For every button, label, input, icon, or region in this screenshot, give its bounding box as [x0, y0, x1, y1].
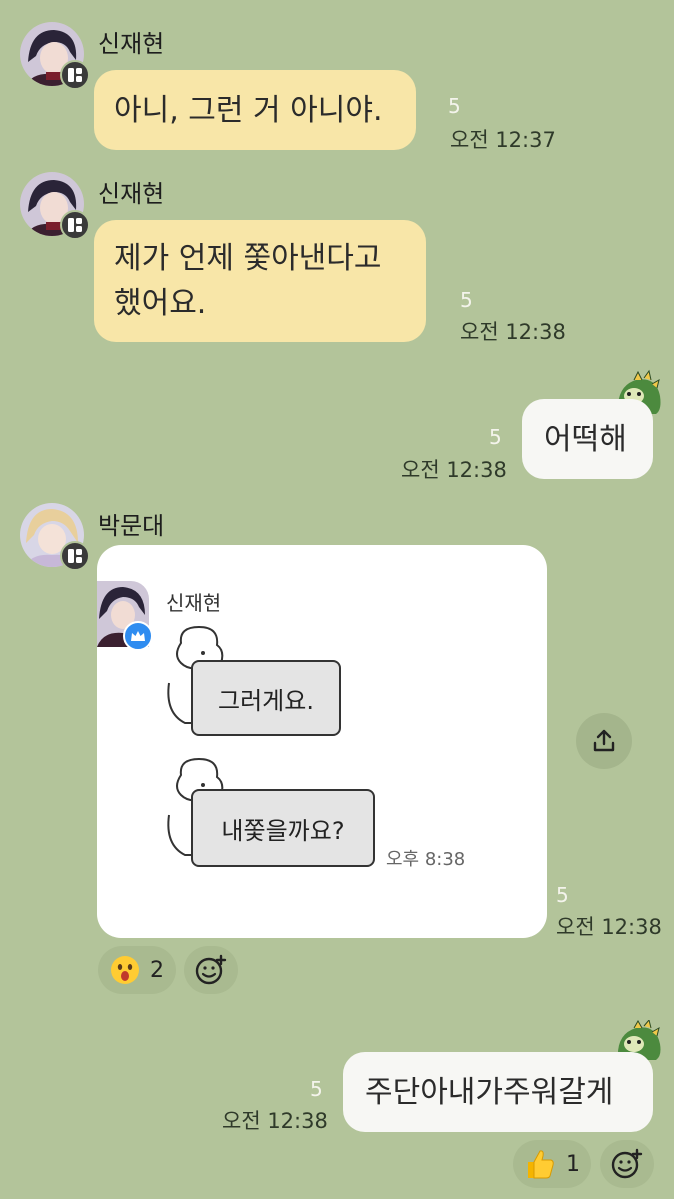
- upload-share-icon: [593, 729, 615, 752]
- message-text-line: 제가 언제 쫓아낸다고: [114, 241, 382, 276]
- unread-count: 5: [460, 288, 473, 312]
- message-text: 주단아내가주워갈게: [365, 1075, 614, 1110]
- unread-count: 5: [448, 94, 461, 118]
- reaction-count: 1: [566, 1151, 580, 1177]
- shared-bubble-text: 그러게요.: [218, 686, 314, 715]
- channel-badge-icon: [60, 60, 90, 90]
- channel-badge-icon: [60, 210, 90, 240]
- avatar-shin[interactable]: [20, 22, 90, 90]
- channel-badge-icon: [60, 541, 90, 571]
- message-time: 오전 12:38: [401, 458, 507, 482]
- add-reaction-button[interactable]: [600, 1140, 654, 1188]
- shared-avatar: [97, 581, 153, 651]
- message-text: 아니, 그런 거 아니야.: [114, 93, 383, 128]
- shared-time: 오후 8:38: [386, 849, 466, 870]
- thumbs-up-emoji-icon: [528, 1150, 554, 1179]
- message-time: 오전 12:38: [556, 915, 662, 939]
- message-bubble[interactable]: 아니, 그런 거 아니야.: [94, 70, 416, 150]
- sender-name: 박문대: [98, 512, 165, 540]
- unread-count: 5: [489, 425, 502, 449]
- message-text: 어떡해: [544, 422, 627, 457]
- reaction-thumbs-up[interactable]: 1: [513, 1140, 591, 1188]
- add-reaction-button[interactable]: [184, 946, 238, 994]
- unread-count: 5: [556, 883, 569, 907]
- unread-count: 5: [310, 1077, 323, 1101]
- sender-name: 신재현: [98, 30, 165, 58]
- share-button[interactable]: [576, 713, 632, 769]
- reaction-surprised[interactable]: 2: [98, 946, 176, 994]
- reaction-count: 2: [150, 957, 164, 983]
- sender-name: 신재현: [98, 180, 165, 208]
- shared-bubble: 그러게요.: [191, 660, 341, 736]
- add-reaction-icon: [195, 954, 227, 985]
- message-text-line: 했어요.: [114, 286, 207, 321]
- message-bubble[interactable]: 제가 언제 쫓아낸다고 했어요.: [94, 220, 426, 342]
- message-time: 오전 12:37: [450, 128, 556, 152]
- surprised-emoji-icon: [111, 956, 139, 984]
- shared-chat-card[interactable]: 신재현 그러게요. 내쫓을까요? 오후 8:38: [97, 545, 547, 938]
- shared-sender-name: 신재현: [166, 591, 222, 615]
- shared-bubble-text: 내쫓을까요?: [221, 816, 345, 845]
- avatar-shin[interactable]: [20, 172, 90, 240]
- crown-icon: [123, 621, 153, 651]
- my-message-bubble[interactable]: 주단아내가주워갈게: [343, 1052, 653, 1132]
- my-message-bubble[interactable]: 어떡해: [522, 399, 653, 479]
- message-time: 오전 12:38: [460, 320, 566, 344]
- shared-bubble: 내쫓을까요?: [191, 789, 375, 867]
- message-time: 오전 12:38: [222, 1109, 328, 1133]
- avatar-park[interactable]: [20, 503, 90, 571]
- add-reaction-icon: [611, 1148, 643, 1179]
